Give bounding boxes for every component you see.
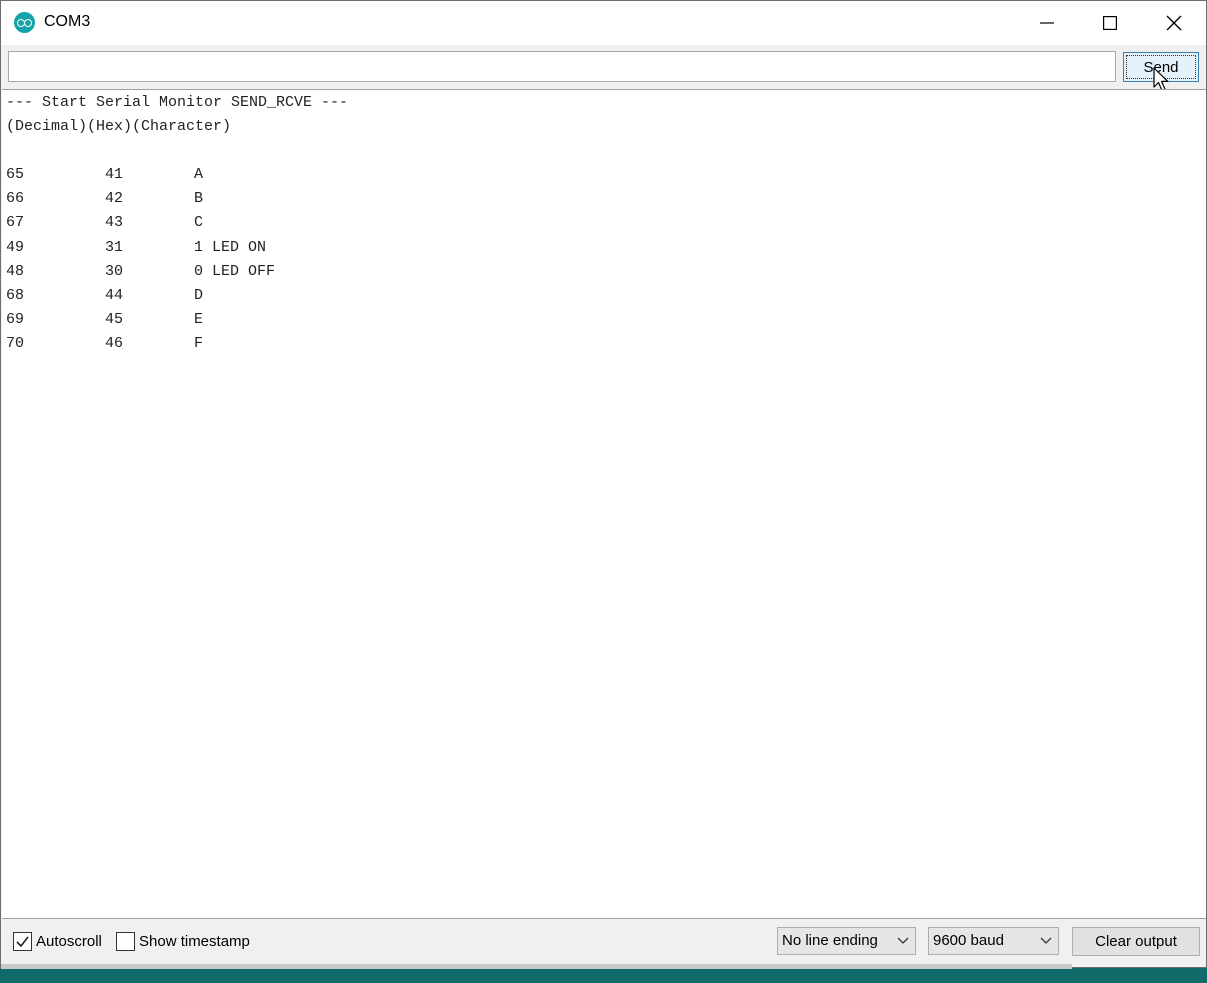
chevron-down-icon	[1040, 937, 1052, 944]
character-value: D	[194, 287, 204, 304]
autoscroll-option[interactable]: Autoscroll	[13, 932, 102, 951]
output-header-line: --- Start Serial Monitor SEND_RCVE ---	[6, 94, 349, 111]
title-bar: COM3	[1, 1, 1206, 45]
minimize-button[interactable]	[1016, 1, 1078, 45]
character-value: B	[194, 190, 204, 208]
decimal-value: 68	[6, 287, 25, 304]
hex-value: 31	[105, 238, 124, 256]
serial-monitor-window: COM3 Send --- Start Serial Monitor SEND_…	[0, 0, 1207, 969]
character-value: 0 LED OFF	[194, 262, 276, 280]
hex-value: 46	[105, 335, 124, 353]
hex-value: 41	[105, 166, 124, 183]
close-icon	[1166, 15, 1182, 31]
baud-rate-value: 9600 baud	[933, 932, 1004, 949]
serial-output: --- Start Serial Monitor SEND_RCVE --- (…	[2, 89, 1206, 919]
maximize-icon	[1103, 16, 1117, 30]
maximize-button[interactable]	[1079, 1, 1141, 45]
close-button[interactable]	[1143, 1, 1205, 45]
line-ending-select[interactable]: No line ending	[777, 927, 916, 955]
autoscroll-checkbox[interactable]	[13, 932, 32, 951]
character-value: A	[194, 166, 204, 183]
timestamp-label: Show timestamp	[139, 933, 250, 950]
decimal-value: 66	[6, 190, 25, 208]
clear-output-button[interactable]: Clear output	[1072, 927, 1200, 956]
output-columns-line: (Decimal)(Hex)(Character)	[6, 118, 232, 135]
character-value: F	[194, 335, 204, 353]
timestamp-checkbox[interactable]	[116, 932, 135, 951]
decimal-value: 67	[6, 214, 25, 232]
send-input[interactable]	[8, 51, 1116, 82]
minimize-icon	[1040, 22, 1054, 24]
decimal-value: 65	[6, 166, 25, 183]
baud-rate-select[interactable]: 9600 baud	[928, 927, 1059, 955]
decimal-value: 70	[6, 335, 25, 353]
timestamp-option[interactable]: Show timestamp	[116, 932, 250, 951]
line-ending-value: No line ending	[782, 932, 878, 949]
arduino-icon	[14, 12, 35, 33]
decimal-value: 69	[6, 311, 25, 329]
chevron-down-icon	[897, 937, 909, 944]
hex-value: 44	[105, 287, 124, 304]
footer-bar: Autoscroll Show timestamp No line ending…	[1, 921, 1206, 967]
hex-value: 45	[105, 311, 124, 329]
checkmark-icon	[16, 936, 29, 948]
decimal-value: 48	[6, 262, 25, 280]
character-value: E	[194, 311, 204, 329]
autoscroll-label: Autoscroll	[36, 933, 102, 950]
horizontal-scrollbar[interactable]	[1, 964, 1072, 969]
window-title: COM3	[44, 13, 91, 30]
decimal-value: 49	[6, 238, 25, 256]
character-value: C	[194, 214, 204, 232]
hex-value: 30	[105, 262, 124, 280]
character-value: 1 LED ON	[194, 238, 267, 256]
hex-value: 42	[105, 190, 124, 208]
hex-value: 43	[105, 214, 124, 232]
